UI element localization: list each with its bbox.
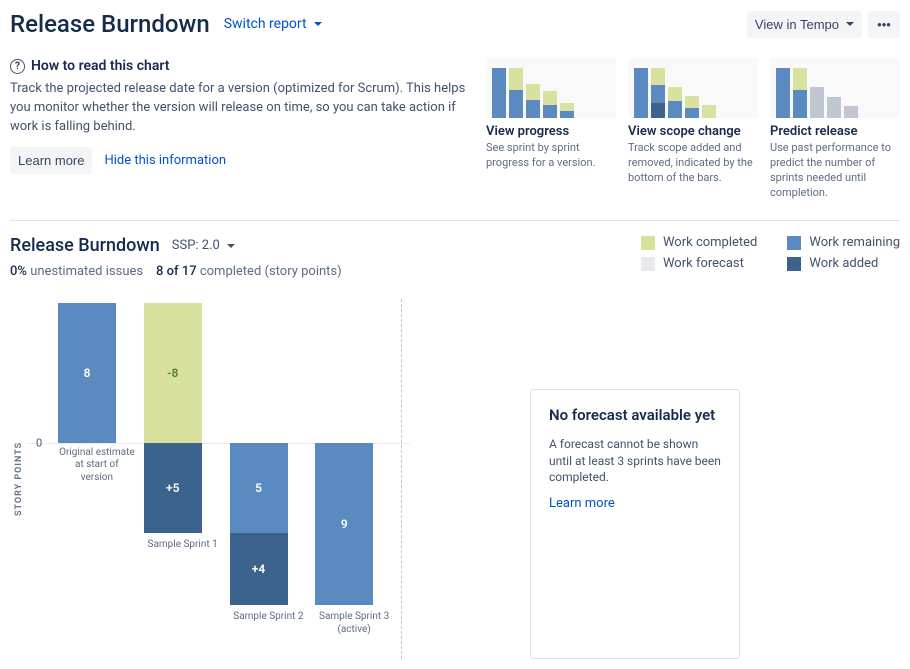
more-button[interactable]: ••• (868, 11, 900, 38)
forecast-divider (401, 299, 402, 659)
learn-more-button[interactable]: Learn more (10, 147, 92, 174)
info-desc: Track the projected release date for a v… (10, 80, 466, 137)
more-icon: ••• (877, 17, 891, 32)
info-heading: ? How to read this chart (10, 58, 466, 74)
card-chart-2 (628, 58, 758, 118)
bar-original-remaining: 8 (58, 303, 116, 443)
card-chart-1 (486, 58, 616, 118)
forecast-learn-more-link[interactable]: Learn more (549, 496, 615, 511)
col-sprint-1: -8 +5 Sample Sprint 1 (144, 299, 222, 659)
col-label-original: Original estimate at start of version (58, 447, 136, 485)
info-heading-text: How to read this chart (31, 58, 169, 74)
card-title: Predict release (770, 124, 900, 139)
card-title: View progress (486, 124, 616, 139)
col-sprint-3: 9 Sample Sprint 3 (active) (315, 299, 393, 659)
forecast-panel: No forecast available yet A forecast can… (530, 389, 740, 659)
legend-remaining: Work remaining (787, 235, 900, 250)
chart-plot-area: STORY POINTS 0 8 Original estimate at st… (10, 299, 410, 659)
stats-line: 0% unestimated issues 8 of 17 completed … (10, 264, 342, 279)
card-view-scope: View scope change Track scope added and … (628, 58, 758, 200)
card-desc: See sprint by sprint progress for a vers… (486, 141, 616, 171)
swatch-completed-icon (641, 236, 655, 250)
info-buttons: Learn more Hide this information (10, 147, 466, 174)
columns: 8 Original estimate at start of version … (28, 299, 410, 659)
col-sprint-2: 5 +4 Sample Sprint 2 (230, 299, 308, 659)
card-chart-3 (770, 58, 900, 118)
col-label-s3: Sample Sprint 3 (active) (315, 611, 393, 636)
chart-legend: Work completed Work remaining Work forec… (641, 235, 900, 271)
swatch-remaining-icon (787, 236, 801, 250)
legend-added: Work added (787, 256, 900, 271)
card-predict: Predict release Use past performance to … (770, 58, 900, 200)
completed-count: 8 of 17 (156, 264, 197, 279)
header-left: Release Burndown Switch report (10, 10, 322, 38)
subheader: Release Burndown SSP: 2.0 0% unestimated… (10, 235, 900, 279)
legend-added-label: Work added (809, 256, 878, 271)
forecast-desc: A forecast cannot be shown until at leas… (549, 436, 721, 486)
switch-report-link[interactable]: Switch report (224, 16, 322, 32)
subheader-left: Release Burndown SSP: 2.0 0% unestimated… (10, 235, 342, 279)
card-desc: Track scope added and removed, indicated… (628, 141, 758, 186)
completed-label: completed (story points) (200, 264, 342, 279)
sub-title: Release Burndown (10, 235, 160, 256)
version-select[interactable]: SSP: 2.0 (172, 238, 235, 253)
legend-forecast-label: Work forecast (663, 256, 744, 271)
info-text: ? How to read this chart Track the proje… (10, 58, 466, 174)
version-label: SSP: 2.0 (172, 238, 220, 253)
legend-remaining-label: Work remaining (809, 235, 900, 250)
page-header: Release Burndown Switch report View in T… (10, 10, 900, 38)
legend-completed-label: Work completed (663, 235, 757, 250)
col-original: 8 Original estimate at start of version (58, 299, 136, 659)
legend-forecast: Work forecast (641, 256, 757, 271)
view-in-tempo-label: View in Tempo (755, 17, 839, 32)
y-axis-label: STORY POINTS (10, 299, 28, 659)
forecast-title: No forecast available yet (549, 406, 721, 426)
release-chart: STORY POINTS 0 8 Original estimate at st… (10, 299, 900, 659)
hide-info-link[interactable]: Hide this information (104, 153, 226, 168)
swatch-added-icon (787, 257, 801, 271)
card-view-progress: View progress See sprint by sprint progr… (486, 58, 616, 200)
unestimated-label: unestimated issues (30, 264, 143, 279)
legend-completed: Work completed (641, 235, 757, 250)
info-row: ? How to read this chart Track the proje… (10, 58, 900, 200)
col-label-s2: Sample Sprint 2 (230, 611, 308, 624)
card-desc: Use past performance to predict the numb… (770, 141, 900, 200)
swatch-forecast-icon (641, 257, 655, 271)
info-icon: ? (10, 59, 25, 74)
page-title: Release Burndown (10, 10, 210, 38)
bar-s1-added: +5 (144, 443, 202, 533)
bar-s2-remaining: 5 (230, 443, 288, 533)
card-title: View scope change (628, 124, 758, 139)
plot: 0 8 Original estimate at start of versio… (28, 299, 410, 659)
switch-report-label: Switch report (224, 16, 307, 32)
view-in-tempo-button[interactable]: View in Tempo (747, 11, 862, 38)
header-right: View in Tempo ••• (747, 11, 900, 38)
bar-s2-added: +4 (230, 533, 288, 605)
col-label-s1: Sample Sprint 1 (144, 539, 222, 552)
unestimated-pct: 0% (10, 264, 27, 279)
section-divider (10, 220, 900, 221)
bar-s1-completed: -8 (144, 303, 202, 443)
bar-s3-remaining: 9 (315, 443, 373, 605)
info-cards: View progress See sprint by sprint progr… (486, 58, 900, 200)
